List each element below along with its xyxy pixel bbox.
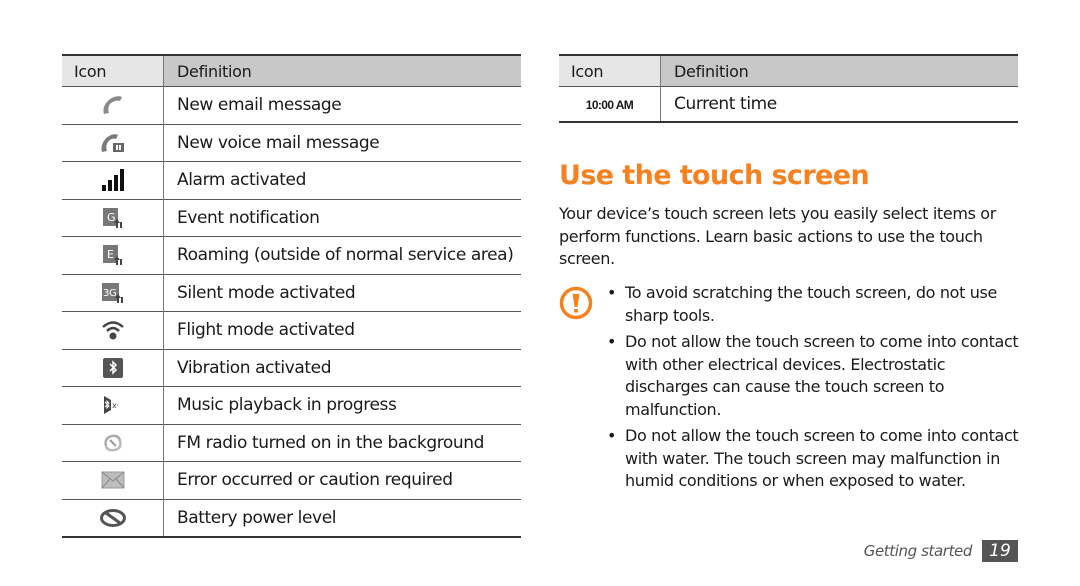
svg-text:E: E — [107, 248, 114, 261]
definition-text: Flight mode activated — [177, 320, 355, 341]
table-header-row: Icon Definition — [559, 55, 1018, 87]
signal-strength-icon — [101, 169, 124, 192]
table-row: FM radio turned on in the background — [62, 424, 521, 462]
table-row: 10:00 AM Current time — [559, 86, 1018, 122]
intro-paragraph: Your device’s touch screen lets you easi… — [559, 204, 996, 268]
definition-text: Roaming (outside of normal service area) — [177, 245, 514, 266]
list-item: • Do not allow the touch screen to come i… — [607, 425, 1022, 493]
envelope-icon — [101, 471, 124, 489]
phone-voicemail-icon — [100, 134, 124, 152]
icon-definition-table-left: Icon Definition New email message New vo… — [62, 54, 521, 538]
table-row: G Event notification — [62, 199, 521, 237]
footer-section-name: Getting started — [863, 542, 973, 560]
table-row: New email message — [62, 86, 521, 124]
clock-time-icon: 10:00 AM — [585, 97, 634, 112]
definition-text: Current time — [674, 93, 777, 114]
icon-definition-table-right: Icon Definition 10:00 AM Current time — [559, 54, 1018, 123]
list-item: • To avoid scratching the touch screen, d… — [607, 282, 1022, 327]
bullet-text: Do not allow the touch screen to come in… — [625, 332, 1019, 419]
caution-icon — [559, 286, 593, 320]
table-row: E Roaming (outside of normal service are… — [62, 236, 521, 274]
table-row: Vibration activated — [62, 349, 521, 387]
definition-text: Event notification — [177, 207, 320, 228]
definition-text: Error occurred or caution required — [177, 470, 453, 491]
bullet-glyph: • — [607, 283, 617, 302]
edge-network-icon: E — [102, 245, 122, 266]
bluetooth-icon — [102, 357, 123, 378]
bullet-text: Do not allow the touch screen to come in… — [625, 426, 1019, 490]
definition-text: Vibration activated — [177, 357, 332, 378]
caution-bullet-list: • To avoid scratching the touch screen, d… — [607, 282, 1022, 497]
table-row: New voice mail message — [62, 124, 521, 162]
definition-text: Alarm activated — [177, 170, 306, 191]
table-header-row: Icon Definition — [62, 55, 521, 87]
no-sim-icon — [99, 508, 126, 527]
page-footer: Getting started 19 — [864, 540, 1018, 562]
definition-text: Battery power level — [177, 507, 337, 528]
table-row: Error occurred or caution required — [62, 461, 521, 499]
definition-text: New voice mail message — [177, 132, 380, 153]
3g-network-icon: 3G — [101, 282, 123, 303]
bullet-glyph: • — [607, 332, 617, 351]
list-item: • Do not allow the touch screen to come i… — [607, 331, 1022, 421]
bullet-glyph: • — [607, 426, 617, 445]
definition-text: Music playback in progress — [177, 395, 397, 416]
gprs-network-icon: G — [102, 207, 122, 228]
table-row: Flight mode activated — [62, 311, 521, 349]
definition-text: Silent mode activated — [177, 282, 356, 303]
header-definition: Definition — [660, 55, 1018, 87]
sync-icon — [103, 434, 122, 452]
bluetooth-headset-icon: x· — [103, 396, 118, 415]
bullet-text: To avoid scratching the touch screen, do… — [625, 283, 998, 325]
table-row: x· Music playback in progress — [62, 386, 521, 424]
definition-text: FM radio turned on in the background — [177, 432, 485, 453]
section-title: Use the touch screen — [559, 160, 870, 191]
header-definition: Definition — [163, 55, 521, 87]
header-icon: Icon — [62, 55, 164, 87]
definition-text: New email message — [177, 95, 342, 116]
wifi-icon — [101, 321, 124, 340]
table-row: Alarm activated — [62, 161, 521, 199]
table-row: 3G Silent mode activated — [62, 274, 521, 312]
table-row: Battery power level — [62, 499, 521, 537]
phone-handset-icon — [102, 96, 122, 115]
page-number-badge: 19 — [982, 540, 1018, 562]
header-icon: Icon — [559, 55, 661, 87]
svg-text:G: G — [107, 211, 115, 224]
svg-text:3G: 3G — [103, 288, 116, 299]
svg-text:x·: x· — [112, 401, 118, 410]
